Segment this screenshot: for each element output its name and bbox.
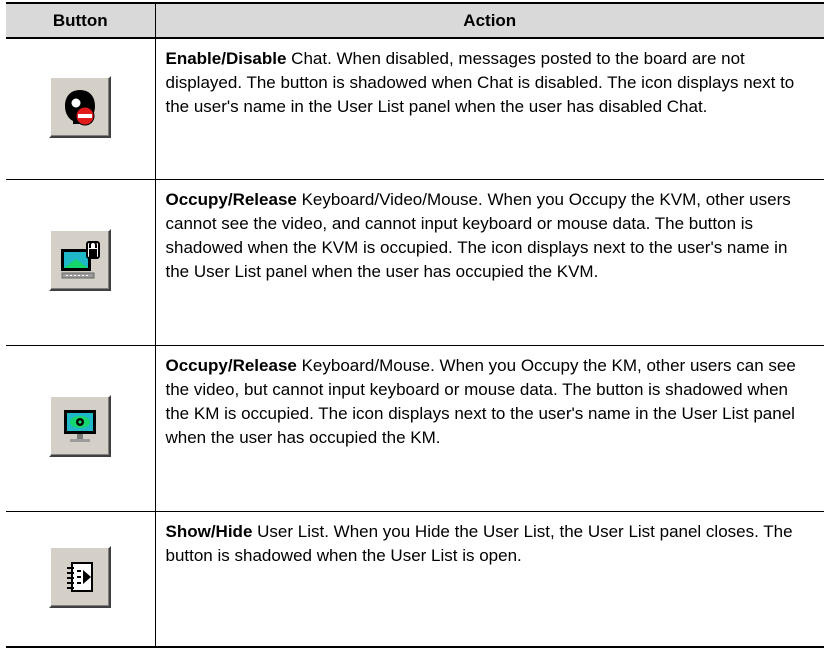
occupy-kvm-button[interactable] <box>49 229 112 291</box>
column-header-button: Button <box>6 2 156 39</box>
table-row: Enable/Disable Chat. When disabled, mess… <box>6 38 824 180</box>
chat-toggle-button[interactable] <box>49 75 112 138</box>
occupy-kvm-icon <box>61 241 101 279</box>
action-text: User List. When you Hide the User List, … <box>165 522 793 565</box>
action-description: Occupy/Release Keyboard/Mouse. When you … <box>155 345 824 512</box>
column-header-action: Action <box>155 2 824 39</box>
table-row: Occupy/Release Keyboard/Video/Mouse. Whe… <box>6 179 824 346</box>
occupy-km-icon <box>64 410 97 442</box>
button-action-table: Button Action Enable/Disable Chat. When … <box>6 2 824 648</box>
action-name: Enable/Disable <box>165 49 287 68</box>
table-row: Show/Hide User List. When you Hide the U… <box>6 511 824 648</box>
user-list-toggle-button[interactable] <box>49 545 112 608</box>
table-row: Occupy/Release Keyboard/Mouse. When you … <box>6 345 824 512</box>
action-description: Enable/Disable Chat. When disabled, mess… <box>155 38 824 180</box>
occupy-km-button[interactable] <box>49 395 112 457</box>
action-description: Show/Hide User List. When you Hide the U… <box>155 511 824 648</box>
action-name: Occupy/Release <box>165 356 297 375</box>
action-description: Occupy/Release Keyboard/Video/Mouse. Whe… <box>155 179 824 346</box>
action-name: Occupy/Release <box>165 190 297 209</box>
chat-disable-icon <box>65 89 96 125</box>
table-header-row: Button Action <box>6 2 824 39</box>
action-name: Show/Hide <box>165 522 253 541</box>
user-list-icon <box>67 561 94 592</box>
